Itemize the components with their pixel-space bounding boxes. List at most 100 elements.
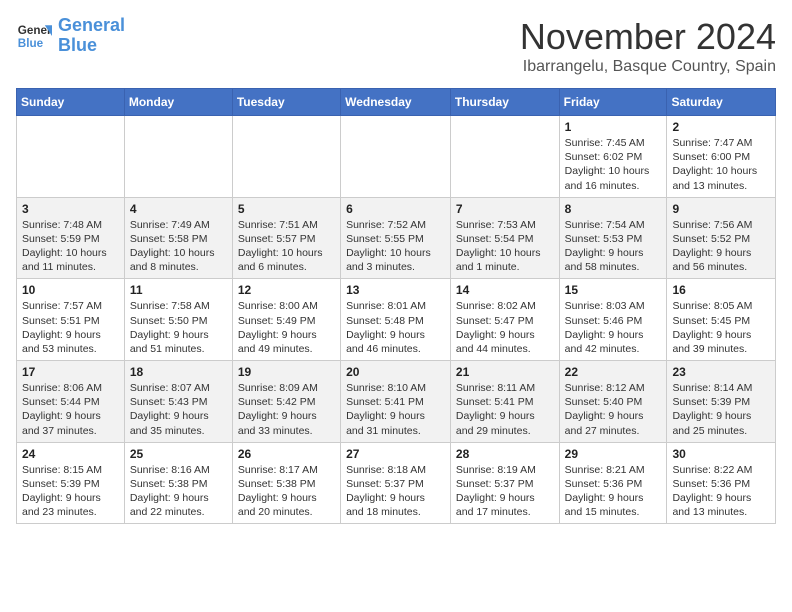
day-of-week-sunday: Sunday — [17, 89, 125, 116]
calendar-cell: 2 Sunrise: 7:47 AM Sunset: 6:00 PM Daylig… — [667, 116, 776, 198]
day-number: 18 — [130, 365, 227, 379]
calendar-cell: 8Sunrise: 7:54 AM Sunset: 5:53 PM Daylig… — [559, 197, 667, 279]
day-number: 23 — [672, 365, 770, 379]
day-number: 21 — [456, 365, 554, 379]
day-of-week-saturday: Saturday — [667, 89, 776, 116]
day-of-week-wednesday: Wednesday — [341, 89, 451, 116]
calendar-cell: 14Sunrise: 8:02 AM Sunset: 5:47 PM Dayli… — [450, 279, 559, 361]
day-info: Sunrise: 8:21 AM Sunset: 5:36 PM Dayligh… — [565, 463, 662, 520]
calendar-cell: 24 Sunrise: 8:15 AM Sunset: 5:39 PM Dayli… — [17, 442, 125, 524]
day-info: Sunrise: 7:58 AM Sunset: 5:50 PM Dayligh… — [130, 299, 227, 356]
day-number: 24 — [22, 447, 119, 461]
day-info: Sunrise: 7:45 AM Sunset: 6:02 PM Dayligh… — [565, 136, 662, 193]
day-info: Sunrise: 8:11 AM Sunset: 5:41 PM Dayligh… — [456, 381, 554, 438]
day-number: 27 — [346, 447, 445, 461]
day-info: Sunrise: 8:07 AM Sunset: 5:43 PM Dayligh… — [130, 381, 227, 438]
calendar-cell: 10Sunrise: 7:57 AM Sunset: 5:51 PM Dayli… — [17, 279, 125, 361]
day-number: 6 — [346, 202, 445, 216]
day-info: Sunrise: 8:12 AM Sunset: 5:40 PM Dayligh… — [565, 381, 662, 438]
calendar-cell: 30 Sunrise: 8:22 AM Sunset: 5:36 PM Dayli… — [667, 442, 776, 524]
day-info: Sunrise: 8:06 AM Sunset: 5:44 PM Dayligh… — [22, 381, 119, 438]
calendar-cell: 21 Sunrise: 8:11 AM Sunset: 5:41 PM Dayli… — [450, 361, 559, 443]
calendar-cell: 20 Sunrise: 8:10 AM Sunset: 5:41 PM Dayli… — [341, 361, 451, 443]
header: General Blue GeneralBlue November 2024 I… — [16, 16, 776, 76]
month-title: November 2024 — [520, 16, 776, 58]
day-of-week-thursday: Thursday — [450, 89, 559, 116]
day-info: Sunrise: 7:48 AM Sunset: 5:59 PM Dayligh… — [22, 218, 119, 275]
logo: General Blue GeneralBlue — [16, 16, 125, 56]
calendar-cell: 3Sunrise: 7:48 AM Sunset: 5:59 PM Daylig… — [17, 197, 125, 279]
calendar-cell — [341, 116, 451, 198]
calendar-cell: 18 Sunrise: 8:07 AM Sunset: 5:43 PM Dayli… — [124, 361, 232, 443]
calendar-cell: 5 Sunrise: 7:51 AM Sunset: 5:57 PM Daylig… — [232, 197, 340, 279]
day-info: Sunrise: 8:00 AM Sunset: 5:49 PM Dayligh… — [238, 299, 335, 356]
day-info: Sunrise: 8:01 AM Sunset: 5:48 PM Dayligh… — [346, 299, 445, 356]
calendar-cell: 25Sunrise: 8:16 AM Sunset: 5:38 PM Dayli… — [124, 442, 232, 524]
day-info: Sunrise: 8:03 AM Sunset: 5:46 PM Dayligh… — [565, 299, 662, 356]
svg-text:Blue: Blue — [18, 37, 44, 50]
day-info: Sunrise: 8:18 AM Sunset: 5:37 PM Dayligh… — [346, 463, 445, 520]
day-number: 26 — [238, 447, 335, 461]
day-number: 30 — [672, 447, 770, 461]
calendar-cell: 28Sunrise: 8:19 AM Sunset: 5:37 PM Dayli… — [450, 442, 559, 524]
logo-text: GeneralBlue — [58, 16, 125, 56]
day-info: Sunrise: 8:22 AM Sunset: 5:36 PM Dayligh… — [672, 463, 770, 520]
day-info: Sunrise: 7:49 AM Sunset: 5:58 PM Dayligh… — [130, 218, 227, 275]
day-info: Sunrise: 7:52 AM Sunset: 5:55 PM Dayligh… — [346, 218, 445, 275]
day-number: 1 — [565, 120, 662, 134]
calendar-cell: 16 Sunrise: 8:05 AM Sunset: 5:45 PM Dayli… — [667, 279, 776, 361]
day-number: 29 — [565, 447, 662, 461]
day-info: Sunrise: 7:47 AM Sunset: 6:00 PM Dayligh… — [672, 136, 770, 193]
day-number: 16 — [672, 283, 770, 297]
day-number: 2 — [672, 120, 770, 134]
day-info: Sunrise: 8:10 AM Sunset: 5:41 PM Dayligh… — [346, 381, 445, 438]
week-row-2: 3Sunrise: 7:48 AM Sunset: 5:59 PM Daylig… — [17, 197, 776, 279]
day-number: 10 — [22, 283, 119, 297]
day-number: 15 — [565, 283, 662, 297]
day-number: 5 — [238, 202, 335, 216]
calendar-cell: 26Sunrise: 8:17 AM Sunset: 5:38 PM Dayli… — [232, 442, 340, 524]
week-row-3: 10Sunrise: 7:57 AM Sunset: 5:51 PM Dayli… — [17, 279, 776, 361]
week-row-5: 24 Sunrise: 8:15 AM Sunset: 5:39 PM Dayli… — [17, 442, 776, 524]
day-number: 12 — [238, 283, 335, 297]
calendar-cell: 11 Sunrise: 7:58 AM Sunset: 5:50 PM Dayli… — [124, 279, 232, 361]
day-of-week-tuesday: Tuesday — [232, 89, 340, 116]
day-info: Sunrise: 7:56 AM Sunset: 5:52 PM Dayligh… — [672, 218, 770, 275]
calendar-table: SundayMondayTuesdayWednesdayThursdayFrid… — [16, 88, 776, 524]
day-number: 22 — [565, 365, 662, 379]
calendar-body: 1 Sunrise: 7:45 AM Sunset: 6:02 PM Daylig… — [17, 116, 776, 524]
day-info: Sunrise: 7:53 AM Sunset: 5:54 PM Dayligh… — [456, 218, 554, 275]
day-of-week-header: SundayMondayTuesdayWednesdayThursdayFrid… — [17, 89, 776, 116]
location-title: Ibarrangelu, Basque Country, Spain — [520, 58, 776, 76]
calendar-cell: 22 Sunrise: 8:12 AM Sunset: 5:40 PM Dayli… — [559, 361, 667, 443]
day-info: Sunrise: 7:51 AM Sunset: 5:57 PM Dayligh… — [238, 218, 335, 275]
calendar-cell: 13 Sunrise: 8:01 AM Sunset: 5:48 PM Dayli… — [341, 279, 451, 361]
calendar-cell — [124, 116, 232, 198]
day-info: Sunrise: 8:05 AM Sunset: 5:45 PM Dayligh… — [672, 299, 770, 356]
calendar-cell: 7 Sunrise: 7:53 AM Sunset: 5:54 PM Daylig… — [450, 197, 559, 279]
day-info: Sunrise: 8:19 AM Sunset: 5:37 PM Dayligh… — [456, 463, 554, 520]
calendar-cell: 12 Sunrise: 8:00 AM Sunset: 5:49 PM Dayli… — [232, 279, 340, 361]
day-number: 9 — [672, 202, 770, 216]
day-number: 13 — [346, 283, 445, 297]
day-number: 4 — [130, 202, 227, 216]
day-number: 20 — [346, 365, 445, 379]
week-row-4: 17 Sunrise: 8:06 AM Sunset: 5:44 PM Dayli… — [17, 361, 776, 443]
calendar-cell: 9 Sunrise: 7:56 AM Sunset: 5:52 PM Daylig… — [667, 197, 776, 279]
calendar-cell: 6 Sunrise: 7:52 AM Sunset: 5:55 PM Daylig… — [341, 197, 451, 279]
day-info: Sunrise: 8:14 AM Sunset: 5:39 PM Dayligh… — [672, 381, 770, 438]
day-number: 11 — [130, 283, 227, 297]
day-info: Sunrise: 8:15 AM Sunset: 5:39 PM Dayligh… — [22, 463, 119, 520]
day-info: Sunrise: 8:09 AM Sunset: 5:42 PM Dayligh… — [238, 381, 335, 438]
day-number: 8 — [565, 202, 662, 216]
calendar-cell — [450, 116, 559, 198]
day-info: Sunrise: 8:16 AM Sunset: 5:38 PM Dayligh… — [130, 463, 227, 520]
week-row-1: 1 Sunrise: 7:45 AM Sunset: 6:02 PM Daylig… — [17, 116, 776, 198]
logo-icon: General Blue — [16, 18, 52, 54]
day-number: 17 — [22, 365, 119, 379]
calendar-cell: 17 Sunrise: 8:06 AM Sunset: 5:44 PM Dayli… — [17, 361, 125, 443]
calendar-cell: 15 Sunrise: 8:03 AM Sunset: 5:46 PM Dayli… — [559, 279, 667, 361]
calendar-cell: 23 Sunrise: 8:14 AM Sunset: 5:39 PM Dayli… — [667, 361, 776, 443]
day-number: 7 — [456, 202, 554, 216]
calendar-cell — [17, 116, 125, 198]
